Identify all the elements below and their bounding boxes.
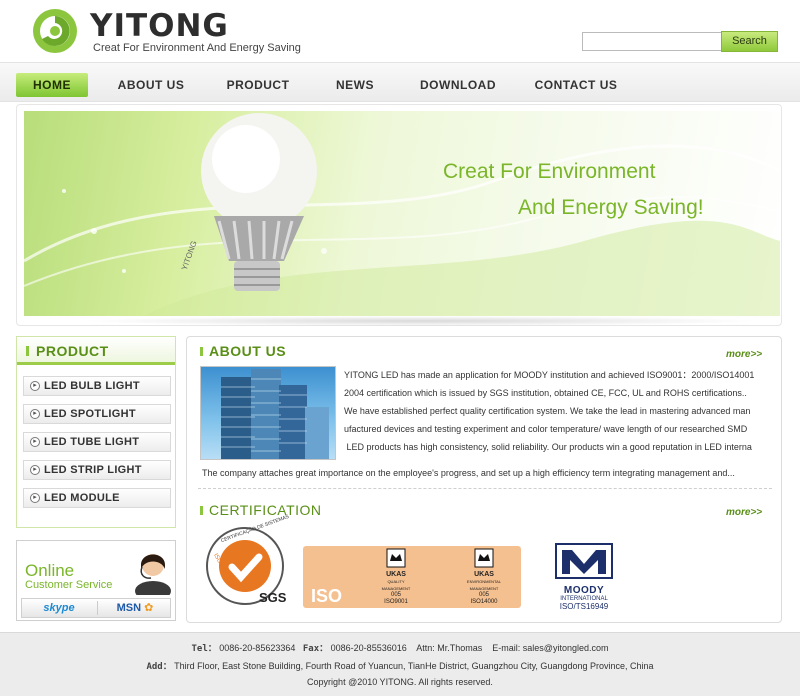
moody-code: ISO/TS16949 (559, 602, 609, 611)
search-input[interactable] (582, 32, 722, 51)
online-title: Online (25, 561, 75, 580)
product-item-led-module[interactable]: ▸ LED MODULE (23, 488, 171, 508)
footer-tel: 0086-20-85623364 (219, 643, 296, 653)
ukas-badge-iso9001: UKAS QUALITY MANAGEMENT 005 ISO9001 (373, 548, 419, 610)
product-item-label: LED STRIP LIGHT (44, 464, 142, 476)
ukas-num: 005 (390, 592, 401, 598)
online-subtitle: Customer Service (25, 579, 113, 591)
footer-fax: 0086-20-85536016 (330, 643, 407, 653)
arrow-circle-icon: ▸ (30, 437, 40, 447)
iso-certificate-banner: ISO UKAS QUALITY MANAGEMENT 005 ISO9001 … (303, 546, 521, 608)
footer-contact-line: Tel： 0086-20-85623364 Fax： 0086-20-85536… (0, 641, 800, 654)
banner-headline-2: And Energy Saving! (518, 196, 704, 219)
about-text-line: YITONG LED has made an application for M… (344, 370, 755, 380)
moody-certificate-logo: MOODY INTERNATIONAL ISO/TS16949 (550, 542, 618, 614)
product-item-label: LED BULB LIGHT (44, 380, 140, 392)
moody-m-icon (555, 543, 613, 579)
crown-icon (386, 548, 406, 568)
product-panel-header: PRODUCT (17, 337, 175, 365)
ukas-name: UKAS (474, 571, 494, 578)
logo-tagline: Creat For Environment And Energy Saving (93, 42, 301, 54)
about-more-link[interactable]: more>> (726, 349, 762, 360)
iso-label: ISO (311, 586, 343, 606)
ukas-standard: ISO14000 (470, 599, 498, 605)
im-bar: skype MSN ✿ (21, 598, 171, 618)
certification-more-link[interactable]: more>> (726, 507, 762, 518)
section-marker-icon (200, 347, 203, 356)
msn-label: MSN (116, 602, 142, 614)
sgs-brand: SGS (259, 590, 287, 605)
certification-title: CERTIFICATION (209, 502, 322, 518)
product-item-led-tube-light[interactable]: ▸ LED TUBE LIGHT (23, 432, 171, 452)
about-us-title: ABOUT US (209, 343, 287, 359)
moody-name: MOODY (563, 585, 605, 596)
about-paragraph: YITONG LED has made an application for M… (344, 366, 776, 456)
footer-copyright: Copyright @2010 YITONG. All rights reser… (307, 677, 493, 687)
ukas-badge-iso14000: UKAS ENVIRONMENTAL MANAGEMENT 005 ISO140… (461, 548, 507, 610)
banner-shadow (80, 316, 760, 326)
footer-tel-label: Tel： (191, 644, 217, 654)
footer-address: Third Floor, East Stone Building, Fourth… (174, 661, 654, 671)
nav-news[interactable]: NEWS (326, 73, 384, 97)
header: YITONG Creat For Environment And Energy … (0, 0, 800, 62)
about-building-image (200, 366, 336, 460)
search-button[interactable]: Search (721, 31, 778, 52)
im-divider (97, 601, 98, 615)
arrow-circle-icon: ▸ (30, 409, 40, 419)
logo-name: YITONG (90, 8, 229, 44)
product-item-label: LED TUBE LIGHT (44, 436, 140, 448)
led-bulb-image (201, 113, 317, 291)
about-text-line: 2004 certification which is issued by SG… (344, 388, 747, 398)
nav-about-us[interactable]: ABOUT US (108, 73, 194, 97)
footer-address-line: Add： Third Floor, East Stone Building, F… (0, 659, 800, 672)
about-text-line: ufactured devices and testing experiment… (344, 424, 748, 434)
product-item-led-bulb-light[interactable]: ▸ LED BULB LIGHT (23, 376, 171, 396)
arrow-circle-icon: ▸ (30, 381, 40, 391)
product-item-led-spotlight[interactable]: ▸ LED SPOTLIGHT (23, 404, 171, 424)
support-agent-avatar (135, 554, 171, 595)
nav-download[interactable]: DOWNLOAD (412, 73, 504, 97)
footer-add-label: Add： (146, 662, 172, 672)
nav-home[interactable]: HOME (16, 73, 88, 97)
crown-icon (474, 548, 494, 568)
product-item-label: LED SPOTLIGHT (44, 408, 136, 420)
online-service-box: Online Customer Service skype MSN ✿ (16, 540, 176, 621)
about-text-line: LED products has high consistency, solid… (344, 442, 752, 452)
sgs-certificate-logo: CERTIFICAÇÃO DE SISTEMAS ISO9001:2000 SG… (205, 514, 293, 610)
nav-contact-us[interactable]: CONTACT US (526, 73, 626, 97)
skype-button[interactable]: skype (22, 599, 96, 617)
msn-butterfly-icon: ✿ (144, 602, 154, 614)
product-panel-title: PRODUCT (36, 343, 109, 359)
nav-product[interactable]: PRODUCT (216, 73, 300, 97)
arrow-circle-icon: ▸ (30, 493, 40, 503)
section-marker-icon (200, 506, 203, 515)
arrow-circle-icon: ▸ (30, 465, 40, 475)
banner-headline-1: Creat For Environment (443, 160, 656, 183)
footer-email[interactable]: E-mail: sales@yitongled.com (492, 643, 608, 653)
ukas-sub: ENVIRONMENTAL MANAGEMENT (466, 579, 502, 591)
ukas-standard: ISO9001 (384, 599, 408, 605)
logo-icon (33, 9, 77, 53)
product-panel: PRODUCT ▸ LED BULB LIGHT ▸ LED SPOTLIGHT… (16, 336, 176, 528)
about-text-line: We have established perfect quality cert… (344, 406, 751, 416)
product-item-label: LED MODULE (44, 492, 120, 504)
ukas-sub: QUALITY MANAGEMENT (381, 579, 411, 591)
about-text-line: The company attaches great importance on… (202, 468, 735, 478)
section-divider (198, 488, 772, 489)
ukas-name: UKAS (386, 571, 406, 578)
footer-attn: Attn: Mr.Thomas (416, 643, 483, 653)
msn-button[interactable]: MSN ✿ (100, 599, 170, 617)
footer: Tel： 0086-20-85623364 Fax： 0086-20-85536… (0, 632, 800, 696)
footer-fax-label: Fax： (302, 644, 329, 654)
main-nav: HOME ABOUT US PRODUCT NEWS DOWNLOAD CONT… (0, 62, 800, 102)
product-item-led-strip-light[interactable]: ▸ LED STRIP LIGHT (23, 460, 171, 480)
section-marker-icon (26, 346, 29, 356)
ukas-num: 005 (478, 592, 489, 598)
